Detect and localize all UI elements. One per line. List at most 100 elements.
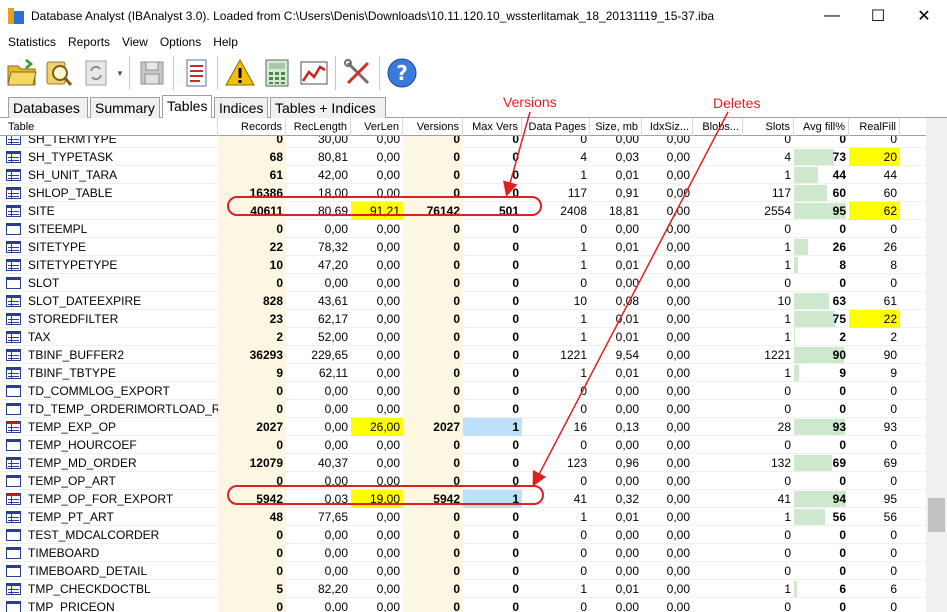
open-button[interactable] [3,54,40,92]
table-row[interactable]: SITETYPE 22 78,32 0,00 0 0 1 0,01 0,00 1 26 26 [0,238,926,256]
table-row[interactable]: SLOT 0 0,00 0,00 0 0 0 0,00 0,00 0 0 0 [0,274,926,292]
cell-value: 62,17 [317,312,348,326]
table-row[interactable]: SITE 40611 80,69 91,21 76142 501 2408 18,81 0,00… [0,202,926,220]
header-maxvers[interactable]: Max Vers [463,118,522,136]
cell-value: 0 [512,546,519,560]
tools-button[interactable] [339,54,376,92]
cell-avgfill: 44 [794,166,849,184]
tab-tables[interactable]: Tables [162,95,212,119]
table-icon [6,349,21,361]
header-records[interactable]: Records [218,118,286,136]
cell-realfill: 62 [849,202,900,220]
header-idxsize[interactable]: IdxSiz... [642,118,693,136]
analyze-button[interactable] [40,54,77,92]
table-row[interactable]: TEMP_OP_FOR_EXPORT 5942 0,03 19,00 5942 1 41 0,… [0,490,926,508]
vertical-scrollbar[interactable] [926,118,947,612]
header-versions[interactable]: Versions [403,118,463,136]
header-avgfill[interactable]: Avg fill% [794,118,849,136]
warnings-button[interactable] [221,54,258,92]
table-row[interactable]: SH_TYPETASK 68 80,81 0,00 0 0 4 0,03 0,00 4 73 20 [0,148,926,166]
table-row[interactable]: TAX 2 52,00 0,00 0 0 1 0,01 0,00 1 2 2 [0,328,926,346]
header-reclength[interactable]: RecLength [286,118,351,136]
dropdown-arrow-icon: ▼ [116,68,124,78]
tab-summary[interactable]: Summary [90,97,160,118]
cell-datapages: 0 [522,382,590,400]
tables-grid[interactable]: Table Records RecLength VerLen Versions … [0,118,947,612]
chart-button[interactable] [295,54,332,92]
header-realfill[interactable]: RealFill [849,118,900,136]
cell-avgfill: 0 [794,136,849,148]
maximize-button[interactable]: ☐ [855,0,901,31]
cell-value: 0 [276,222,283,236]
menu-statistics[interactable]: Statistics [2,35,62,49]
tab-indices[interactable]: Indices [214,97,268,118]
tab-tables-indices[interactable]: Tables + Indices [270,97,386,118]
scrollbar-thumb[interactable] [928,498,945,532]
cell-reclength: 30,00 [286,136,351,148]
table-row[interactable]: TIMEBOARD 0 0,00 0,00 0 0 0 0,00 0,00 0 0 0 [0,544,926,562]
table-row[interactable]: TBINF_TBTYPE 9 62,11 0,00 0 0 1 0,01 0,00 1 9 9 [0,364,926,382]
table-row[interactable]: TEMP_HOURCOEF 0 0,00 0,00 0 0 0 0,00 0,00 0 0 0 [0,436,926,454]
table-row[interactable]: SH_TERMTYPE 0 30,00 0,00 0 0 0 0,00 0,00 0 0 0 [0,136,926,148]
cell-versions: 0 [403,472,463,490]
header-datapages[interactable]: Data Pages [522,118,590,136]
minimize-button[interactable]: — [809,0,855,31]
header-slots[interactable]: Slots [743,118,794,136]
table-row[interactable]: TEMP_PT_ART 48 77,65 0,00 0 0 1 0,01 0,00 1 56 56 [0,508,926,526]
header-table[interactable]: Table [0,118,218,136]
help-button[interactable]: ? [383,54,420,92]
menu-view[interactable]: View [116,35,154,49]
table-row[interactable]: TEMP_EXP_OP 2027 0,00 26,00 2027 1 16 0,13 0,00 2… [0,418,926,436]
cell-idxsize: 0,00 [642,364,693,382]
cell-datapages: 1 [522,580,590,598]
cell-value: 0,00 [615,402,639,416]
cell-reclength: 0,00 [286,274,351,292]
tab-databases[interactable]: Databases [8,97,88,118]
cell-size: 0,00 [590,136,642,148]
header-blobs[interactable]: Blobs... [693,118,743,136]
cell-value: 16 [573,420,587,434]
table-row[interactable]: TD_TEMP_ORDERIMORTLOAD_R 0 0,00 0,00 0 0 0 0,00… [0,400,926,418]
cell-value: 0 [453,384,460,398]
cell-value: 0 [512,330,519,344]
table-row[interactable]: TEMP_OP_ART 0 0,00 0,00 0 0 0 0,00 0,00 0 0 0 [0,472,926,490]
cell-blobs [693,580,743,598]
table-row[interactable]: TEMP_MD_ORDER 12079 40,37 0,00 0 0 123 0,96 0,00… [0,454,926,472]
menu-options[interactable]: Options [154,35,207,49]
cell-reclength: 229,65 [286,346,351,364]
report-button[interactable] [177,54,214,92]
table-row[interactable]: TBINF_BUFFER2 36293 229,65 0,00 0 0 1221 9,54 0,… [0,346,926,364]
calculator-button[interactable] [258,54,295,92]
table-row[interactable]: TMP_PRICEON 0 0,00 0,00 0 0 0 0,00 0,00 0 0 0 [0,598,926,612]
cell-value: 1 [784,240,791,254]
table-row[interactable]: SHLOP_TABLE 16386 18,00 0,00 0 0 117 0,91 0,00 11… [0,184,926,202]
cell-value: 0,01 [615,258,639,272]
table-row[interactable]: SITETYPETYPE 10 47,20 0,00 0 0 1 0,01 0,00 1 8 8 [0,256,926,274]
cell-value: 61 [269,168,283,182]
cell-records: 36293 [218,346,286,364]
cell-idxsize: 0,00 [642,274,693,292]
refresh-button[interactable] [77,54,114,92]
cell-size: 0,00 [590,382,642,400]
cell-realfill: 93 [849,418,900,436]
cell-slots: 0 [743,136,794,148]
menu-help[interactable]: Help [207,35,244,49]
table-row[interactable]: STOREDFILTER 23 62,17 0,00 0 0 1 0,01 0,00 1 75 22 [0,310,926,328]
table-row[interactable]: SH_UNIT_TARA 61 42,00 0,00 0 0 1 0,01 0,00 1 44 44 [0,166,926,184]
cell-records: 2 [218,328,286,346]
menu-reports[interactable]: Reports [62,35,116,49]
table-row[interactable]: SITEEMPL 0 0,00 0,00 0 0 0 0,00 0,00 0 0 0 [0,220,926,238]
table-row[interactable]: TEST_MDCALCORDER 0 0,00 0,00 0 0 0 0,00 0,00 0 0 0 [0,526,926,544]
cell-idxsize: 0,00 [642,136,693,148]
refresh-dropdown[interactable]: ▼ [114,54,126,92]
save-button[interactable] [133,54,170,92]
header-size[interactable]: Size, mb [590,118,642,136]
close-button[interactable]: ✕ [901,0,947,31]
header-verlen[interactable]: VerLen [351,118,403,136]
table-row[interactable]: TMP_CHECKDOCTBL 5 82,20 0,00 0 0 1 0,01 0,00 1 6 6 [0,580,926,598]
table-row[interactable]: SLOT_DATEEXPIRE 828 43,61 0,00 0 0 10 0,08 0,00 1… [0,292,926,310]
table-row[interactable]: TIMEBOARD_DETAIL 0 0,00 0,00 0 0 0 0,00 0,00 0 0 0 [0,562,926,580]
cell-value: 0,01 [615,240,639,254]
table-row[interactable]: TD_COMMLOG_EXPORT 0 0,00 0,00 0 0 0 0,00 0,00 0 0 0 [0,382,926,400]
cell-records: 0 [218,400,286,418]
